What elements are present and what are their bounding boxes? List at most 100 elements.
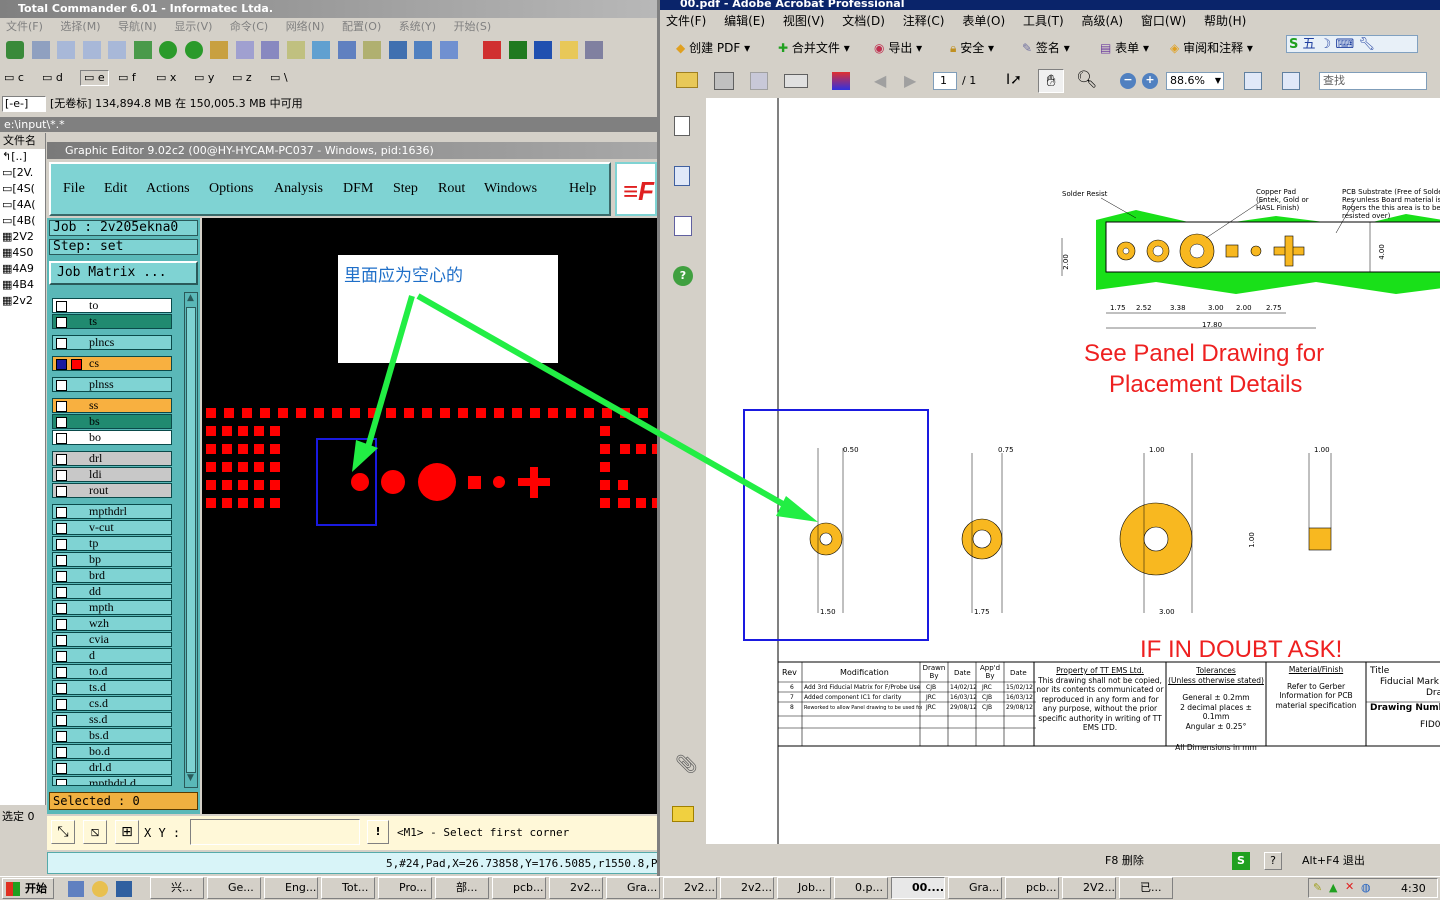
taskbar-item-active[interactable]: 00.... bbox=[891, 877, 945, 899]
list-item[interactable]: ▦4A9 bbox=[0, 261, 45, 277]
ge-menu-file[interactable]: File bbox=[63, 181, 85, 197]
bookmarks-icon[interactable] bbox=[674, 166, 690, 186]
zoom-tool-icon[interactable]: 🔍︎ bbox=[1076, 70, 1098, 90]
quick-launch-shield-icon[interactable] bbox=[116, 881, 132, 897]
pdf-menu-window[interactable]: 窗口(W) bbox=[1141, 14, 1186, 28]
zoom-level-select[interactable]: 88.6% ▼ bbox=[1166, 72, 1224, 90]
zoom-fit-icon[interactable]: ⤡ bbox=[51, 820, 75, 844]
layer-row[interactable]: dd bbox=[52, 584, 172, 599]
layer-row[interactable]: to.d bbox=[52, 664, 172, 679]
layer-scrollbar[interactable]: ▲ ▼ bbox=[184, 292, 198, 788]
pack-icon[interactable] bbox=[210, 41, 228, 59]
tc-menu-system[interactable]: 系统(Y) bbox=[399, 20, 436, 33]
ge-menu-help[interactable]: Help bbox=[569, 181, 596, 197]
layer-checkbox[interactable] bbox=[56, 338, 67, 349]
help-icon[interactable]: ? bbox=[673, 266, 693, 286]
layer-checkbox[interactable] bbox=[56, 747, 67, 758]
job-matrix-button[interactable]: Job Matrix ... bbox=[49, 261, 198, 285]
list-item[interactable]: ▦2v2 bbox=[0, 293, 45, 309]
layer-checkbox[interactable] bbox=[56, 555, 67, 566]
compare-icon[interactable] bbox=[363, 41, 381, 59]
zoom-out-icon[interactable]: − bbox=[1120, 73, 1136, 89]
pdf-icon[interactable] bbox=[483, 41, 501, 59]
forms-button[interactable]: ▤ 表单 ▾ bbox=[1100, 33, 1149, 63]
tc-menu-cmd[interactable]: 命令(C) bbox=[230, 20, 268, 33]
layer-color-swatch[interactable] bbox=[71, 359, 82, 370]
layer-row[interactable]: d bbox=[52, 648, 172, 663]
taskbar-item[interactable]: pcb... bbox=[492, 877, 546, 899]
layer-row[interactable]: cs bbox=[52, 356, 172, 371]
ge-menu-options[interactable]: Options bbox=[209, 181, 253, 197]
layer-checkbox[interactable] bbox=[56, 715, 67, 726]
attachment-icon[interactable]: 📎︎ bbox=[675, 754, 698, 775]
find-input[interactable]: 查找 bbox=[1319, 72, 1427, 90]
taskbar-item[interactable]: 0.p... bbox=[834, 877, 888, 899]
comments-icon[interactable] bbox=[672, 806, 694, 822]
drive-z[interactable]: ▭ z bbox=[232, 68, 252, 88]
layer-row[interactable]: cvia bbox=[52, 632, 172, 647]
layer-row[interactable]: plnss bbox=[52, 377, 172, 392]
layer-row[interactable]: bs.d bbox=[52, 728, 172, 743]
security-button[interactable]: 🔒︎ 安全 ▾ bbox=[950, 33, 994, 63]
select-text-icon[interactable]: I➚ bbox=[1006, 72, 1022, 88]
list-item[interactable]: ↰[..] bbox=[0, 149, 45, 165]
layer-checkbox[interactable] bbox=[56, 667, 67, 678]
scroll-up-icon[interactable]: ▲ bbox=[187, 293, 194, 303]
pdf-document-view[interactable]: Solder Resist Copper Pad (Entek, Gold or… bbox=[706, 98, 1440, 844]
drive-f[interactable]: ▭ f bbox=[118, 68, 136, 88]
drive-y[interactable]: ▭ y bbox=[194, 68, 214, 88]
alt-f4-exit[interactable]: Alt+F4 退出 bbox=[1302, 850, 1365, 872]
tray-pen-icon[interactable]: ✎ bbox=[1313, 881, 1322, 894]
layer-row[interactable]: cs.d bbox=[52, 696, 172, 711]
open-folder-icon[interactable] bbox=[676, 72, 698, 88]
drive-e[interactable]: ▭ e bbox=[80, 70, 109, 86]
tc-menu-select[interactable]: 选择(M) bbox=[60, 20, 100, 33]
layer-checkbox[interactable] bbox=[56, 433, 67, 444]
list-item[interactable]: ▦4S0 bbox=[0, 245, 45, 261]
start-button[interactable]: 开始 bbox=[2, 878, 54, 899]
layer-checkbox[interactable] bbox=[56, 470, 67, 481]
layer-checkbox[interactable] bbox=[56, 301, 67, 312]
taskbar-item[interactable]: 2v2... bbox=[720, 877, 774, 899]
layer-row[interactable]: wzh bbox=[52, 616, 172, 631]
folder-icon[interactable] bbox=[559, 41, 578, 59]
fiducial-pad-2[interactable] bbox=[381, 470, 405, 494]
print-icon[interactable] bbox=[714, 72, 734, 90]
drive-select[interactable]: [-e-] bbox=[2, 96, 46, 112]
back-icon[interactable] bbox=[159, 41, 177, 59]
find-icon[interactable] bbox=[261, 41, 279, 59]
taskbar-item[interactable]: Tot... bbox=[321, 877, 375, 899]
gear-icon[interactable] bbox=[31, 41, 50, 59]
fit-width-icon[interactable] bbox=[1282, 72, 1300, 90]
quick-launch-desktop-icon[interactable] bbox=[68, 881, 84, 897]
layer-row[interactable]: bs bbox=[52, 414, 172, 429]
ge-menu-rout[interactable]: Rout bbox=[438, 181, 465, 197]
scroll-down-icon[interactable]: ▼ bbox=[187, 773, 194, 783]
pdf-title-bar[interactable]: 00.pdf - Adobe Acrobat Professional bbox=[660, 0, 1440, 10]
taskbar-item[interactable]: 部... bbox=[435, 877, 489, 899]
layer-row[interactable]: rout bbox=[52, 483, 172, 498]
layer-row[interactable]: tp bbox=[52, 536, 172, 551]
taskbar-item[interactable]: Eng... bbox=[264, 877, 318, 899]
layer-checkbox[interactable] bbox=[56, 486, 67, 497]
tc-menu-net[interactable]: 网络(N) bbox=[286, 20, 325, 33]
taskbar-item[interactable]: Gra... bbox=[606, 877, 660, 899]
layer-checkbox[interactable] bbox=[56, 683, 67, 694]
app-icon[interactable] bbox=[585, 41, 603, 59]
list-item[interactable]: ▭[4B( bbox=[0, 213, 45, 229]
layer-checkbox[interactable] bbox=[56, 619, 67, 630]
sync-icon[interactable] bbox=[337, 41, 356, 59]
taskbar-item[interactable]: pcb... bbox=[1005, 877, 1059, 899]
layer-row[interactable]: mpthdrl bbox=[52, 504, 172, 519]
sort-icon[interactable] bbox=[133, 41, 152, 59]
taskbar-item[interactable]: Pro... bbox=[378, 877, 432, 899]
full-view-icon[interactable] bbox=[82, 41, 101, 59]
ftp-icon[interactable] bbox=[312, 41, 330, 59]
unpack-icon[interactable] bbox=[235, 41, 254, 59]
list-item[interactable]: ▭[4S( bbox=[0, 181, 45, 197]
pcb-canvas[interactable]: 里面应为空心的 bbox=[202, 218, 657, 814]
pdf-menu-form[interactable]: 表单(O) bbox=[962, 14, 1005, 28]
review-button[interactable]: ◈ 审阅和注释 ▾ bbox=[1170, 33, 1253, 63]
forward-icon[interactable] bbox=[184, 41, 203, 59]
ime-toolbar[interactable]: S 五 ☽ ⌨ 🔧︎ bbox=[1286, 35, 1418, 53]
